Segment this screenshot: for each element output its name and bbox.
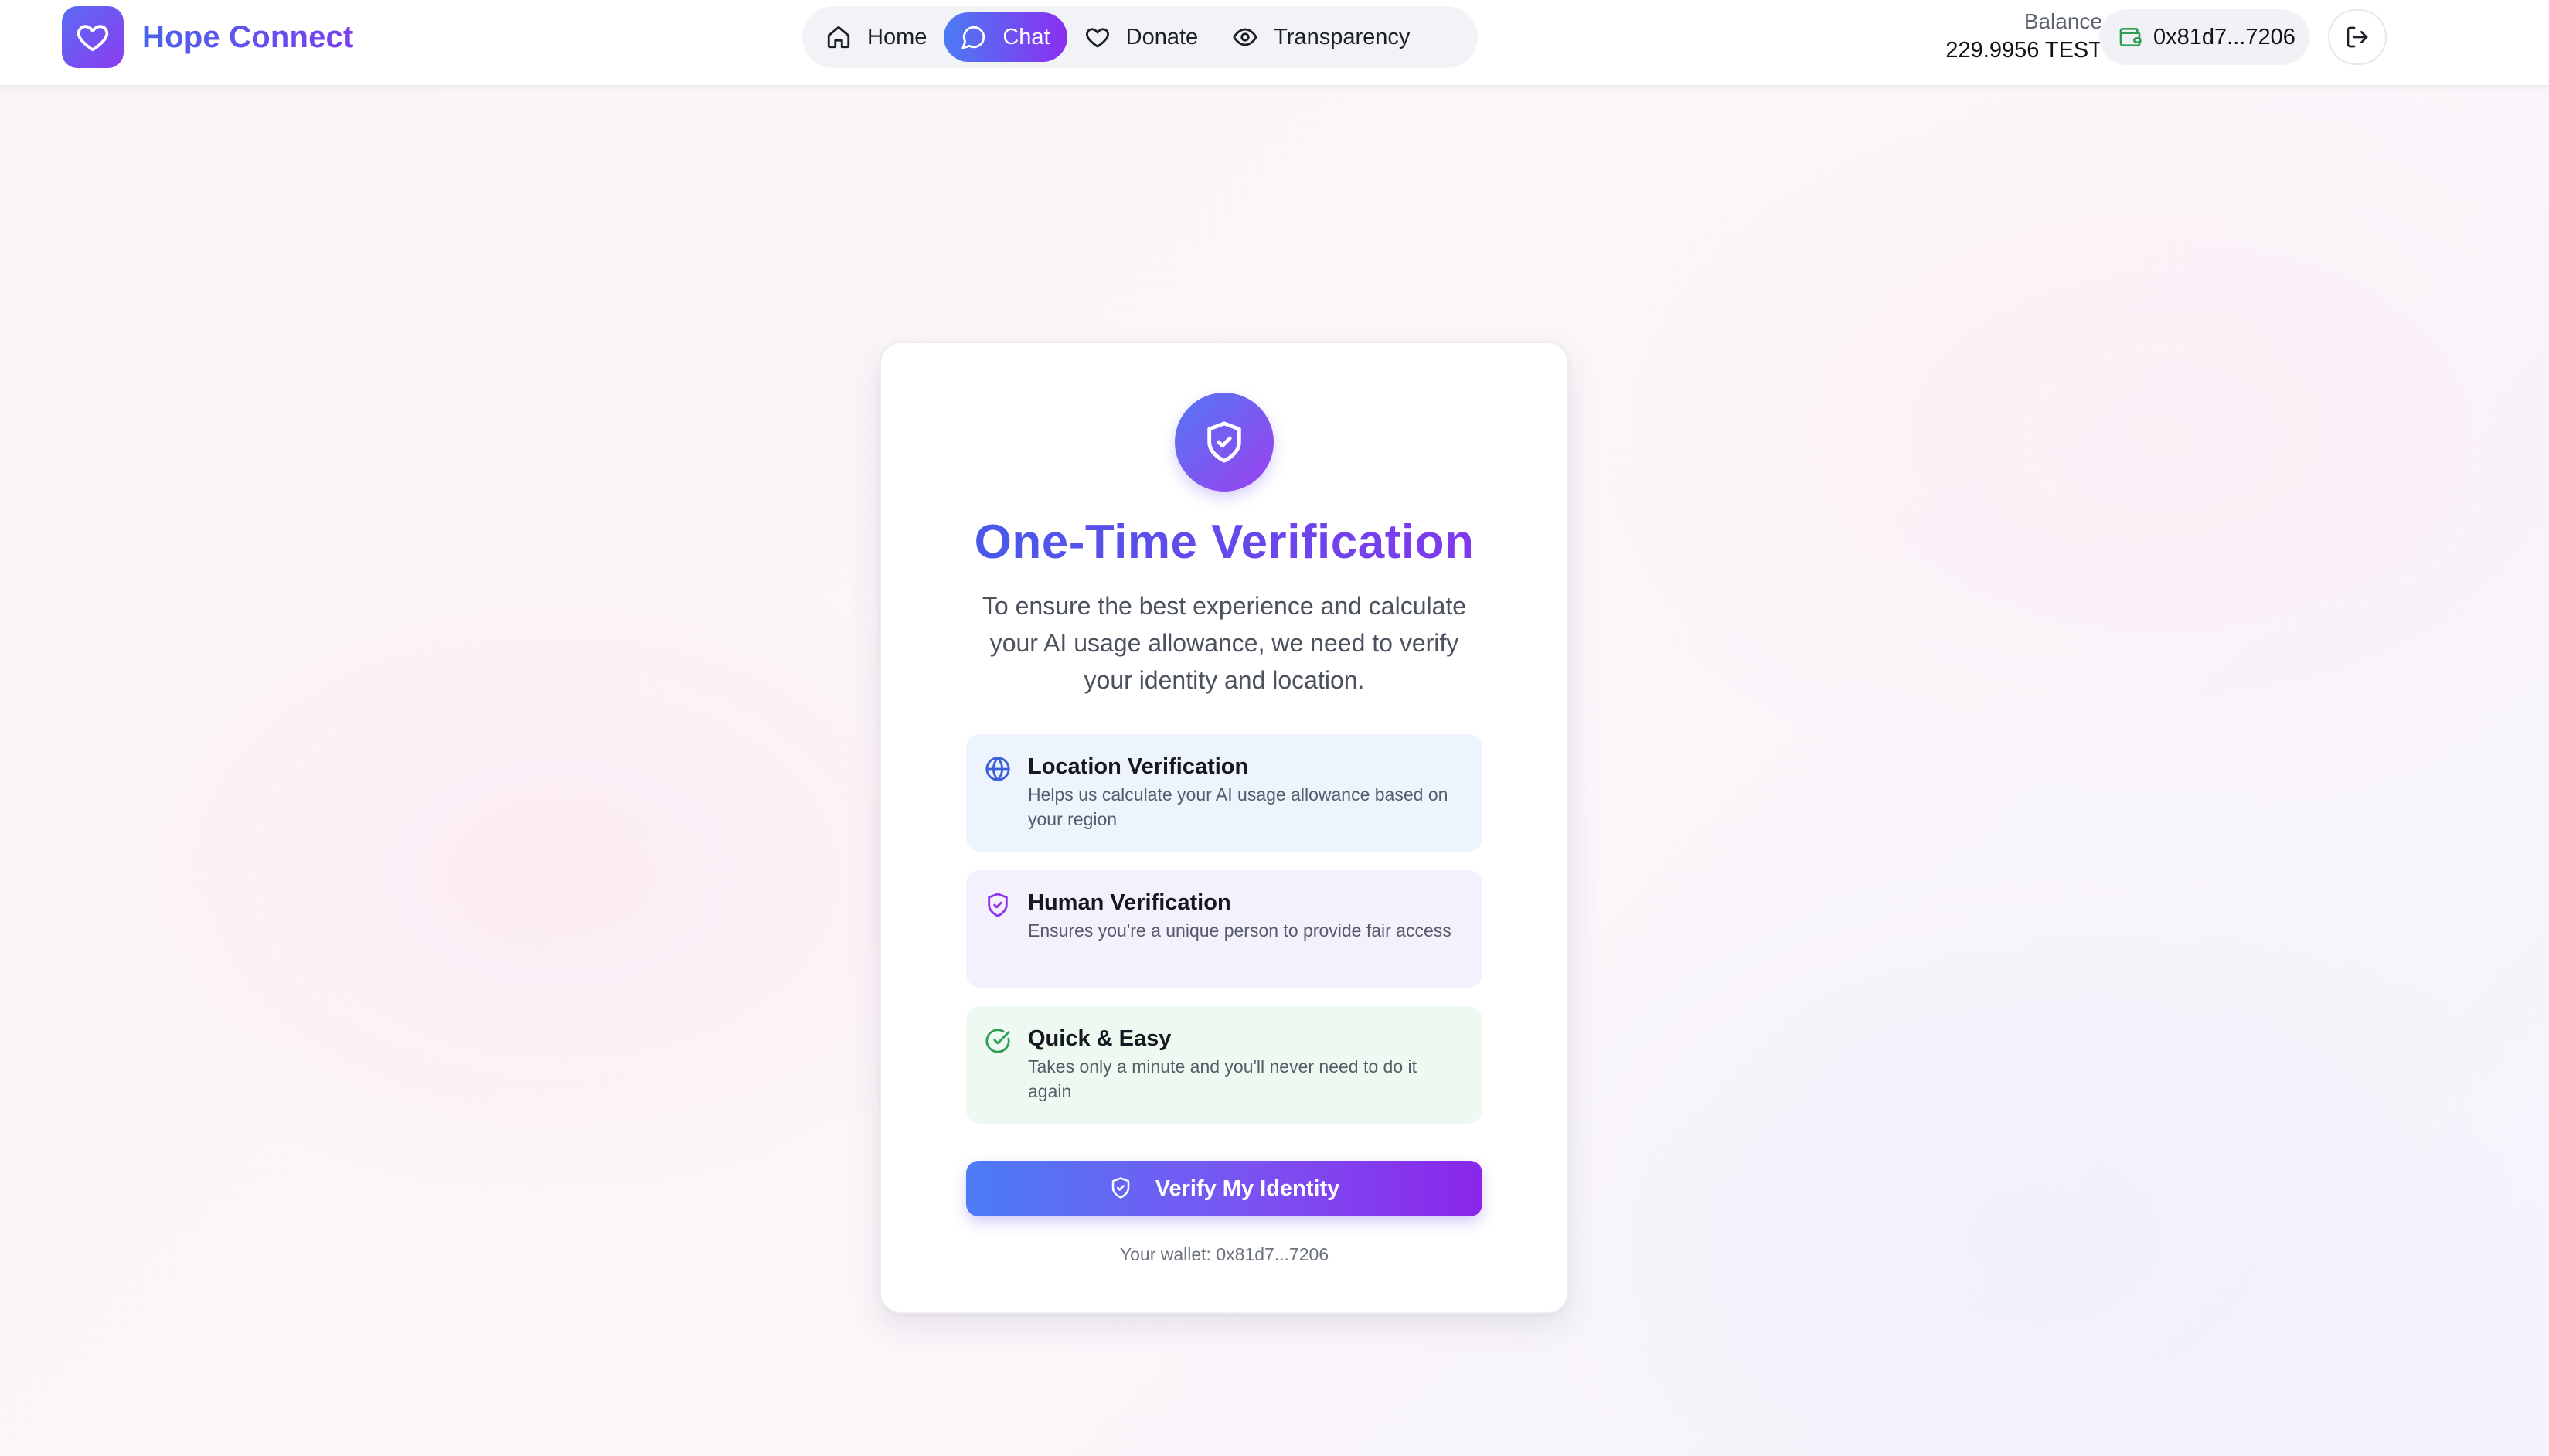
feature-quick-easy: Quick & Easy Takes only a minute and you… bbox=[966, 1006, 1482, 1124]
shield-check-icon bbox=[985, 892, 1012, 920]
shield-check-icon bbox=[1109, 1176, 1134, 1201]
check-circle-icon bbox=[985, 1028, 1012, 1056]
nav-transparency-label: Transparency bbox=[1274, 24, 1411, 49]
feature-human-verification: Human Verification Ensures you're a uniq… bbox=[966, 870, 1482, 988]
verification-card: One-Time Verification To ensure the best… bbox=[880, 342, 1569, 1314]
balance-label: Balance bbox=[2023, 9, 2102, 33]
top-navbar: Hope Connect Home Chat Donate Transparen… bbox=[0, 0, 2549, 87]
main-nav: Home Chat Donate Transparency bbox=[802, 6, 1478, 68]
nav-home[interactable]: Home bbox=[808, 12, 944, 62]
brand[interactable]: Hope Connect bbox=[62, 6, 354, 68]
feature-description: Takes only a minute and you'll never nee… bbox=[1028, 1056, 1417, 1101]
shield-check-icon bbox=[1175, 393, 1274, 492]
nav-chat-label: Chat bbox=[1002, 24, 1050, 49]
feature-location-verification: Location Verification Helps us calculate… bbox=[966, 734, 1482, 852]
verification-subtitle: To ensure the best experience and calcul… bbox=[982, 592, 1467, 694]
heart-icon bbox=[1084, 24, 1111, 50]
balance-display: Balance 229.9956 TEST bbox=[1945, 8, 2102, 65]
verify-identity-button[interactable]: Verify My Identity bbox=[966, 1161, 1482, 1216]
feature-title: Human Verification bbox=[1028, 890, 1231, 915]
feature-description: Ensures you're a unique person to provid… bbox=[1028, 920, 1451, 941]
home-icon bbox=[825, 24, 852, 50]
verify-button-label: Verify My Identity bbox=[1155, 1175, 1340, 1201]
wallet-address-button[interactable]: 0x81d7...7206 bbox=[2099, 9, 2309, 65]
globe-icon bbox=[985, 756, 1012, 784]
balance-value: 229.9956 TEST bbox=[1945, 38, 2102, 63]
nav-home-label: Home bbox=[867, 24, 927, 49]
verification-title: One-Time Verification bbox=[881, 515, 1567, 570]
logout-icon bbox=[2345, 25, 2370, 49]
feature-title: Quick & Easy bbox=[1028, 1026, 1172, 1051]
logout-button[interactable] bbox=[2328, 9, 2387, 65]
eye-icon bbox=[1232, 24, 1258, 50]
wallet-address: 0x81d7...7206 bbox=[2153, 24, 2295, 49]
heart-icon bbox=[62, 6, 124, 68]
nav-transparency[interactable]: Transparency bbox=[1215, 12, 1427, 62]
feature-description: Helps us calculate your AI usage allowan… bbox=[1028, 784, 1448, 829]
wallet-icon bbox=[2118, 25, 2142, 49]
nav-donate-label: Donate bbox=[1125, 24, 1199, 49]
feature-title: Location Verification bbox=[1028, 754, 1249, 779]
app-name: Hope Connect bbox=[142, 19, 354, 54]
nav-chat[interactable]: Chat bbox=[944, 12, 1067, 62]
wallet-note: Your wallet: 0x81d7...7206 bbox=[1119, 1244, 1329, 1264]
nav-donate[interactable]: Donate bbox=[1067, 12, 1216, 62]
chat-bubble-icon bbox=[961, 24, 987, 50]
